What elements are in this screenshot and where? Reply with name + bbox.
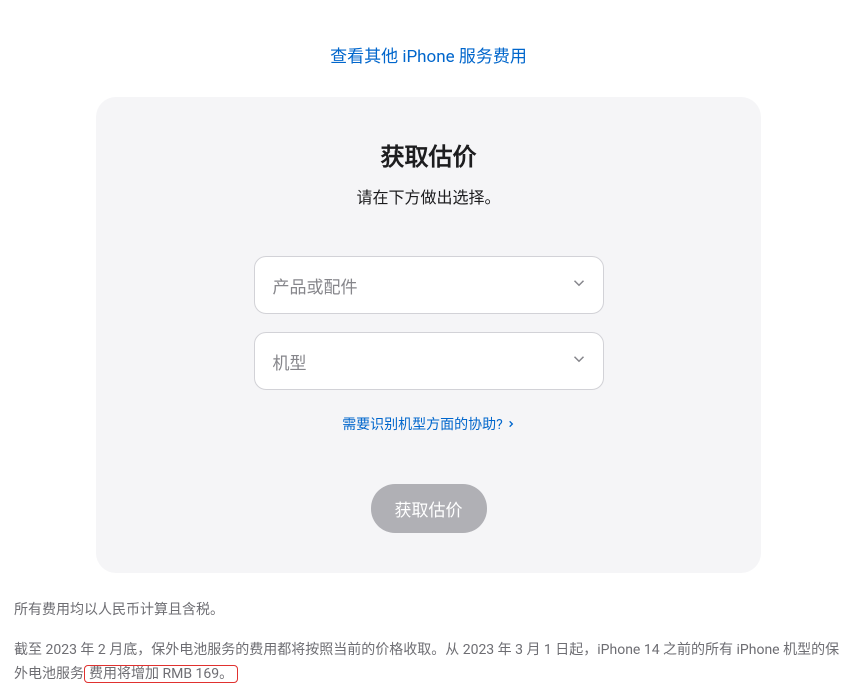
product-select-wrapper: 产品或配件	[254, 256, 604, 314]
footer-notes: 所有费用均以人民币计算且含税。 截至 2023 年 2 月底，保外电池服务的费用…	[10, 599, 847, 687]
footer-tax-note: 所有费用均以人民币计算且含税。	[14, 599, 843, 619]
card-title: 获取估价	[136, 137, 721, 172]
model-select[interactable]: 机型	[254, 332, 604, 390]
other-services-link[interactable]: 查看其他 iPhone 服务费用	[330, 47, 527, 67]
product-select[interactable]: 产品或配件	[254, 256, 604, 314]
price-increase-highlight: 费用将增加 RMB 169。	[84, 665, 238, 683]
help-link-label: 需要识别机型方面的协助?	[342, 414, 503, 434]
chevron-right-icon	[507, 420, 515, 428]
get-estimate-button[interactable]: 获取估价	[371, 484, 487, 533]
estimate-card: 获取估价 请在下方做出选择。 产品或配件 机型 需要识别机型方面的协助? 获取估…	[96, 97, 761, 573]
top-link-wrapper: 查看其他 iPhone 服务费用	[10, 0, 847, 97]
card-subtitle: 请在下方做出选择。	[136, 184, 721, 208]
model-select-wrapper: 机型	[254, 332, 604, 390]
identify-model-help-link[interactable]: 需要识别机型方面的协助?	[342, 414, 515, 434]
